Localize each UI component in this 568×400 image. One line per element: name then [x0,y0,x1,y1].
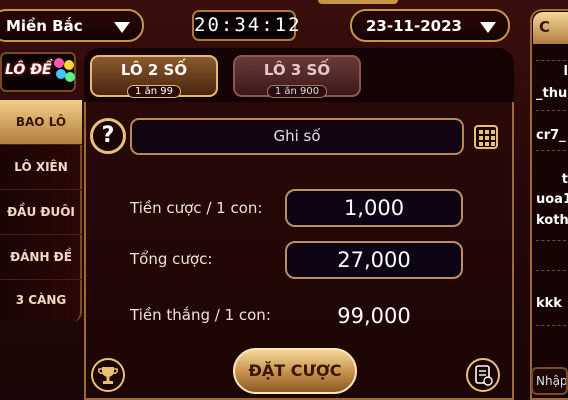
logo-text: LÔ ĐỀ [5,62,52,78]
tab-lo-2-so[interactable]: LÔ 2 SỐ 1 ăn 99 [90,55,218,98]
chat-header-text: C [539,18,551,36]
history-icon[interactable] [466,358,500,392]
top-decoration [318,0,398,4]
chat-divider [536,110,566,111]
help-button[interactable]: ? [90,118,126,154]
date-value: 23-11-2023 [366,17,462,35]
win-per-unit-label: Tiền thắng / 1 con: [130,306,271,324]
keypad-icon[interactable] [474,125,498,149]
win-per-unit-value: 99,000 [337,304,411,328]
tab-label: LÔ 3 SỐ [263,61,331,79]
place-bet-button[interactable]: ĐẶT CƯỢC [233,348,357,394]
lottery-balls-icon [54,58,76,88]
chat-line: t [561,172,568,187]
chat-divider [536,270,566,271]
total-bet-label: Tổng cược: [130,250,213,268]
chat-divider [536,60,566,61]
region-select[interactable]: Miền Bắc [0,9,144,42]
chat-divider [536,150,566,151]
total-bet-value: 27,000 [285,241,463,279]
chat-line: l [563,64,568,79]
sidebar-item-dau-duoi[interactable]: ĐẦU ĐUÔI [0,190,82,235]
tab-odds: 1 ăn 99 [127,85,181,98]
game-logo: LÔ ĐỀ [0,52,76,92]
bet-per-unit-input[interactable]: 1,000 [285,189,463,227]
chat-line: uoa1 [536,192,568,207]
chat-line: cr7_ [536,128,566,143]
bet-per-unit-label: Tiền cược / 1 con: [130,199,263,217]
tab-odds: 1 ăn 900 [266,85,328,98]
date-select[interactable]: 23-11-2023 [350,9,510,42]
chat-header[interactable]: C [533,12,568,44]
chat-line: koth [536,213,568,228]
region-value: Miền Bắc [6,17,83,35]
sidebar-item-lo-xien[interactable]: LÔ XIÊN [0,145,82,190]
trophy-icon[interactable] [91,358,125,392]
clock-display: 20:34:12 [192,10,300,41]
chat-line: _thu [536,86,568,101]
chevron-down-icon [480,22,496,33]
bet-type-sidebar: BAO LÔ LÔ XIÊN ĐẦU ĐUÔI ĐÁNH ĐỀ 3 CÀNG [0,100,82,322]
sidebar-item-danh-de[interactable]: ĐÁNH ĐỀ [0,235,82,280]
number-input[interactable]: Ghi số [130,118,464,155]
tab-lo-3-so[interactable]: LÔ 3 SỐ 1 ăn 900 [233,55,361,98]
chat-divider [536,240,566,241]
tab-label: LÔ 2 SỐ [120,61,188,79]
chat-divider [536,325,566,326]
chevron-down-icon [114,22,130,33]
chat-input[interactable]: Nhập [531,367,568,395]
sidebar-item-bao-lo[interactable]: BAO LÔ [0,100,82,145]
sidebar-item-3-cang[interactable]: 3 CÀNG [0,278,82,323]
chat-line: kkk [536,296,562,311]
